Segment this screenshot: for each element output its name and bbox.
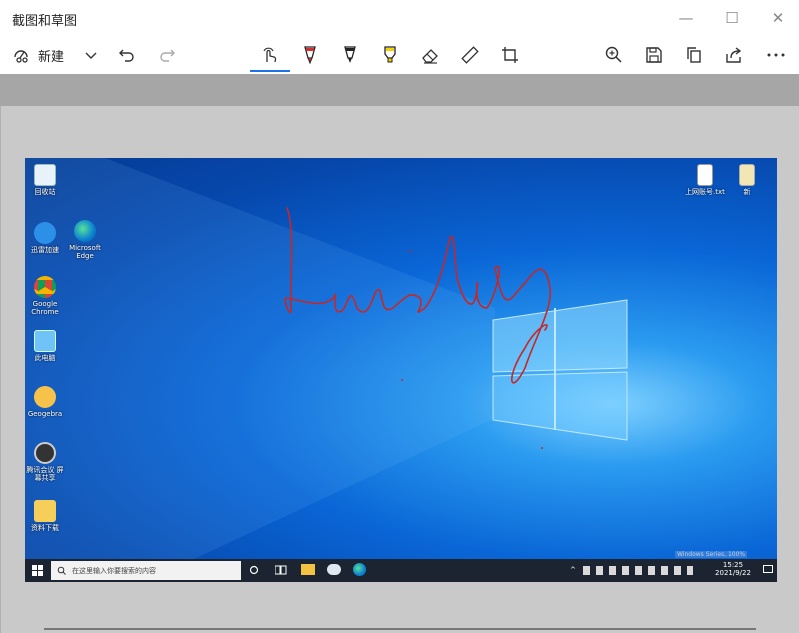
- undo-icon: [119, 49, 134, 62]
- desktop-icon-chrome[interactable]: Google Chrome: [25, 276, 65, 316]
- tray-app-icons[interactable]: [583, 566, 693, 575]
- toolbar-shadow-band: [0, 74, 799, 106]
- more-button[interactable]: [762, 40, 790, 70]
- crop-button[interactable]: [496, 40, 524, 70]
- ballpoint-pen-button[interactable]: [296, 40, 324, 70]
- notification-icon[interactable]: [763, 565, 773, 575]
- zoom-button[interactable]: [600, 40, 628, 70]
- toolbar: 新建: [0, 36, 799, 74]
- desktop-icon-txt-file[interactable]: 上网账号.txt: [685, 164, 725, 196]
- desktop-icon-edge[interactable]: Microsoft Edge: [65, 220, 105, 260]
- desktop-icon-label: Google Chrome: [31, 300, 59, 316]
- desktop-icon-label: Geogebra: [27, 410, 63, 418]
- eraser-button[interactable]: [416, 40, 444, 70]
- save-button[interactable]: [640, 40, 668, 70]
- edge-taskbar-icon[interactable]: [353, 563, 366, 576]
- edge-icon: [74, 220, 96, 242]
- share-icon: [726, 47, 742, 63]
- maximize-button[interactable]: ☐: [709, 6, 755, 30]
- new-snip-icon: [14, 50, 28, 63]
- file-icon: [739, 164, 755, 186]
- desktop-icon-label: 回收站: [34, 188, 56, 196]
- new-label: 新建: [38, 49, 65, 65]
- ruler-icon: [461, 46, 479, 64]
- ink-drawing: [284, 207, 552, 449]
- eraser-icon: [422, 49, 438, 64]
- desktop-icon-xunlei[interactable]: 迅雷加速: [25, 222, 65, 254]
- desktop-icon-recycle-bin[interactable]: 回收站: [25, 164, 65, 196]
- chevron-down-icon: [85, 52, 97, 59]
- ruler-button[interactable]: [456, 40, 484, 70]
- watermark-text: Windows Series, 100%: [675, 551, 748, 558]
- copy-button[interactable]: [680, 40, 708, 70]
- taskbar-search-box[interactable]: 在这里输入你要搜索的内容: [51, 561, 241, 580]
- desktop-icon-label: 资料下载: [31, 524, 59, 532]
- desktop-icon-folder[interactable]: 资料下载: [25, 500, 65, 532]
- pencil-icon: [344, 46, 356, 63]
- ballpoint-pen-icon: [304, 46, 316, 65]
- touch-writing-button[interactable]: [256, 40, 284, 70]
- tray-chevron-icon[interactable]: ^: [570, 566, 576, 574]
- window-title: 截图和草图: [12, 14, 78, 29]
- more-icon: [767, 53, 785, 57]
- desktop-icon-geogebra[interactable]: Geogebra: [25, 386, 65, 418]
- title-bar: 截图和草图 — ☐ ✕: [0, 0, 799, 36]
- redo-button[interactable]: [154, 40, 180, 70]
- new-options-button[interactable]: [80, 40, 102, 70]
- minimize-button[interactable]: —: [663, 6, 709, 30]
- undo-button[interactable]: [114, 40, 140, 70]
- snip-app-icon[interactable]: [327, 564, 341, 575]
- clock-time: 15:25: [722, 561, 744, 569]
- highlighter-button[interactable]: [376, 40, 404, 70]
- zoom-icon: [605, 46, 622, 63]
- new-snip-button[interactable]: 新建: [12, 40, 74, 70]
- desktop-icon-label: 新: [743, 188, 751, 196]
- desktop-icon-this-pc[interactable]: 此电脑: [25, 330, 65, 362]
- tray-clock[interactable]: 15:25 2021/9/22: [703, 561, 763, 577]
- xunlei-icon: [34, 222, 56, 244]
- file-explorer-icon[interactable]: [301, 564, 315, 575]
- desktop-icon-label: 此电脑: [34, 354, 56, 362]
- search-icon: [57, 566, 66, 575]
- text-file-icon: [697, 164, 713, 186]
- screen-share-icon: [34, 442, 56, 464]
- desktop-icon-label: 腾讯会议 屏幕共享: [26, 466, 64, 482]
- taskbar: 在这里输入你要搜索的内容 ^ 15:25 2021/9/22: [25, 559, 777, 582]
- captured-screenshot[interactable]: 回收站 迅雷加速 Microsoft Edge Google Chrome 此电…: [25, 158, 777, 582]
- windows-start-icon[interactable]: [32, 565, 44, 577]
- highlighter-icon: [384, 46, 396, 63]
- touch-writing-icon: [263, 47, 277, 63]
- crop-icon: [502, 47, 518, 63]
- desktop-icon-label: 上网账号.txt: [685, 188, 725, 196]
- folder-icon: [34, 500, 56, 522]
- geogebra-icon: [34, 386, 56, 408]
- task-view-icon[interactable]: [275, 565, 287, 575]
- clock-date: 2021/9/22: [715, 569, 751, 577]
- active-tool-indicator: [250, 70, 290, 72]
- pencil-button[interactable]: [336, 40, 364, 70]
- chrome-icon: [34, 276, 56, 298]
- copy-icon: [687, 47, 701, 63]
- cortana-icon[interactable]: [249, 565, 259, 575]
- horizontal-scrollbar[interactable]: [44, 628, 756, 630]
- desktop-icon-screen-share[interactable]: 腾讯会议 屏幕共享: [25, 442, 65, 482]
- recycle-bin-icon: [34, 164, 56, 186]
- desktop-icon-label: Microsoft Edge: [69, 244, 101, 260]
- desktop-icon-new[interactable]: 新: [727, 164, 767, 196]
- share-button[interactable]: [720, 40, 748, 70]
- save-icon: [646, 47, 662, 63]
- computer-icon: [34, 330, 56, 352]
- desktop-icon-label: 迅雷加速: [31, 246, 59, 254]
- search-placeholder: 在这里输入你要搜索的内容: [72, 566, 156, 575]
- redo-icon: [160, 49, 175, 62]
- close-button[interactable]: ✕: [755, 6, 799, 30]
